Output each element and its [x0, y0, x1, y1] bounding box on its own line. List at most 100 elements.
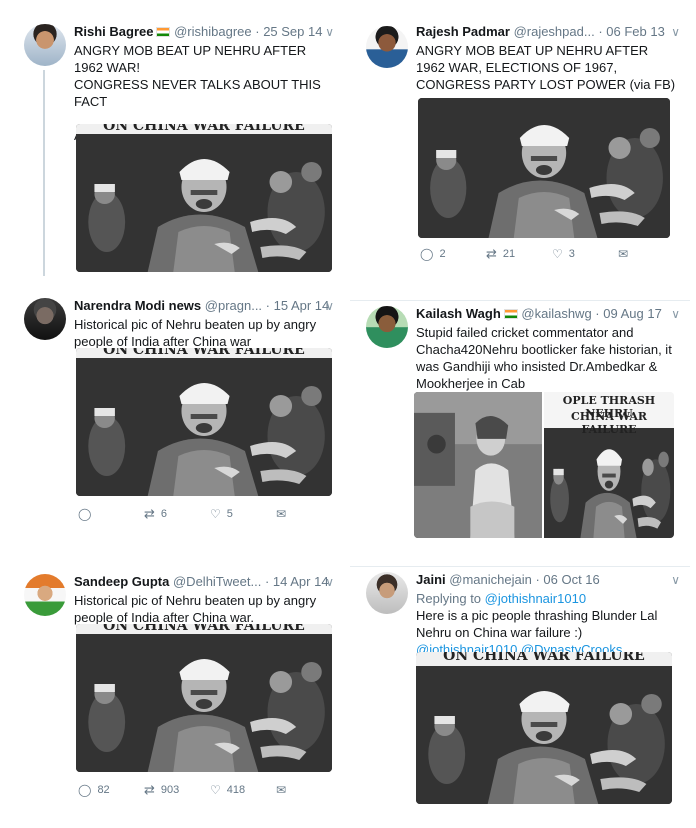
photo-caption: ON CHINA WAR FAILURE: [443, 652, 645, 664]
india-flag-icon: [503, 309, 518, 319]
like-count: 418: [226, 784, 246, 796]
tweet-header: Rajesh Padmar @rajeshpad... · 06 Feb 13 …: [416, 22, 680, 42]
like-button[interactable]: ♡ 418: [210, 782, 276, 798]
author-name[interactable]: Kailash Wagh: [416, 306, 501, 321]
retweet-count: 6: [160, 508, 168, 520]
reply-button[interactable]: ◯: [78, 506, 144, 522]
author-name[interactable]: Rajesh Padmar: [416, 24, 510, 39]
tweet-photo[interactable]: ON CHINA WAR FAILURE: [76, 348, 332, 496]
avatar[interactable]: [366, 572, 408, 614]
author-handle[interactable]: @rishibagree: [174, 24, 252, 39]
envelope-icon: ✉: [276, 783, 287, 797]
tweet-date[interactable]: · 06 Oct 16: [535, 572, 599, 587]
envelope-icon: ✉: [276, 507, 287, 521]
author-handle[interactable]: @kailashwg: [521, 306, 591, 321]
avatar[interactable]: [24, 574, 66, 616]
like-button[interactable]: ♡ 5: [210, 506, 276, 522]
tweet-photo-left[interactable]: [414, 392, 542, 538]
avatar[interactable]: [366, 26, 408, 68]
like-count: 5: [226, 508, 233, 520]
avatar[interactable]: [24, 298, 66, 340]
photo-caption: ON CHINA WAR FAILURE: [103, 348, 305, 358]
divider: [350, 566, 690, 567]
reply-button[interactable]: ◯ 2: [420, 246, 486, 262]
envelope-icon: ✉: [618, 247, 629, 261]
tweet-header: Kailash Wagh @kailashwg · 09 Aug 17 ∨: [416, 304, 680, 324]
tweet-header: Narendra Modi news @pragn... · 15 Apr 14…: [74, 296, 334, 316]
author-name[interactable]: Narendra Modi news: [74, 298, 201, 313]
dm-button[interactable]: ✉: [276, 506, 342, 522]
author-handle[interactable]: @manichejain: [449, 572, 532, 587]
author-name[interactable]: Rishi Bagree: [74, 24, 153, 39]
reply-count: 2: [439, 248, 446, 260]
retweet-button[interactable]: ⇄ 903: [144, 782, 210, 798]
tweet-photo[interactable]: [418, 98, 670, 238]
author-name[interactable]: Jaini: [416, 572, 446, 587]
tweet-text: Historical pic of Nehru beaten up by ang…: [74, 593, 317, 625]
tweet-date[interactable]: · 09 Aug 17: [595, 306, 662, 321]
like-count: 3: [568, 248, 575, 260]
tweet-date[interactable]: · 06 Feb 13: [598, 24, 665, 39]
retweet-icon: ⇄: [144, 782, 155, 797]
reply-mention-link[interactable]: @jothishnair1010: [485, 591, 586, 606]
replying-to: Replying to @jothishnair1010: [416, 590, 680, 607]
tweet-text: Historical pic of Nehru beaten up by ang…: [74, 317, 317, 349]
author-handle[interactable]: @DelhiTweet...: [173, 574, 261, 589]
heart-icon: ♡: [210, 783, 221, 797]
tweet-text: Here is a pic people thrashing Blunder L…: [416, 608, 658, 640]
retweet-button[interactable]: ⇄ 6: [144, 506, 210, 522]
reply-icon: ◯: [420, 247, 434, 261]
author-handle[interactable]: @pragn...: [205, 298, 262, 313]
tweet-header: Rishi Bagree @rishibagree · 25 Sep 14 ∨: [74, 22, 334, 42]
chevron-down-icon[interactable]: ∨: [671, 22, 680, 42]
reply-icon: ◯: [78, 507, 92, 521]
tweet-actions: ◯ 2 ⇄ 21 ♡ 3 ✉: [420, 246, 684, 262]
tweet-photo[interactable]: ON CHINA WAR FAILURE: [416, 652, 672, 804]
chevron-down-icon[interactable]: ∨: [671, 304, 680, 324]
chevron-down-icon[interactable]: ∨: [325, 296, 334, 316]
heart-icon: ♡: [210, 507, 221, 521]
dm-button[interactable]: ✉: [276, 782, 342, 798]
avatar[interactable]: [366, 306, 408, 348]
avatar[interactable]: [24, 24, 66, 66]
tweet-date[interactable]: · 15 Apr 14: [266, 298, 330, 313]
photo-caption-line-2: CHINA WAR FAILURE: [570, 410, 648, 436]
tweet-card[interactable]: Rajesh Padmar @rajeshpad... · 06 Feb 13 …: [350, 12, 690, 284]
tweet-photo[interactable]: ON CHINA WAR FAILURE: [76, 124, 332, 272]
photo-caption: ON CHINA WAR FAILURE: [103, 624, 305, 634]
retweet-icon: ⇄: [144, 506, 155, 521]
india-flag-icon: [156, 27, 171, 37]
photo-caption: ON CHINA WAR FAILURE: [103, 124, 305, 134]
tweet-date[interactable]: · 25 Sep 14: [255, 24, 322, 39]
tweet-card[interactable]: Sandeep Gupta @DelhiTweet... · 14 Apr 14…: [8, 568, 344, 808]
tweet-actions: ◯ ⇄ 6 ♡ 5 ✉: [78, 506, 342, 522]
replying-label: Replying to: [416, 591, 482, 606]
chevron-down-icon[interactable]: ∨: [325, 22, 334, 42]
reply-count: 82: [97, 784, 110, 796]
tweet-card[interactable]: Kailash Wagh @kailashwg · 09 Aug 17 ∨ St…: [350, 300, 690, 544]
reply-icon: ◯: [78, 783, 92, 797]
tweet-date[interactable]: · 14 Apr 14: [265, 574, 329, 589]
tweet-card[interactable]: Narendra Modi news @pragn... · 15 Apr 14…: [8, 292, 344, 530]
tweet-card[interactable]: Rishi Bagree @rishibagree · 25 Sep 14 ∨ …: [8, 18, 344, 276]
chevron-down-icon[interactable]: ∨: [325, 572, 334, 592]
tweet-actions: ◯ 82 ⇄ 903 ♡ 418 ✉: [78, 782, 342, 798]
author-handle[interactable]: @rajeshpad...: [514, 24, 595, 39]
divider: [350, 300, 690, 301]
like-button[interactable]: ♡ 3: [552, 246, 618, 262]
chevron-down-icon[interactable]: ∨: [671, 570, 680, 590]
retweet-count: 21: [502, 248, 516, 260]
retweet-count: 903: [160, 784, 180, 796]
retweet-icon: ⇄: [486, 246, 497, 261]
tweet-text: Stupid failed cricket commentator and Ch…: [416, 325, 672, 391]
retweet-button[interactable]: ⇄ 21: [486, 246, 552, 262]
tweet-card[interactable]: Jaini @manichejain · 06 Oct 16 ∨ Replyin…: [350, 566, 690, 828]
dm-button[interactable]: ✉: [618, 246, 684, 262]
tweet-photo-right[interactable]: OPLE THRASH NEHRU CHINA WAR FAILURE: [544, 392, 674, 538]
tweet-photo[interactable]: ON CHINA WAR FAILURE: [76, 624, 332, 772]
tweet-header: Sandeep Gupta @DelhiTweet... · 14 Apr 14…: [74, 572, 334, 592]
reply-button[interactable]: ◯ 82: [78, 782, 144, 798]
heart-icon: ♡: [552, 247, 563, 261]
author-name[interactable]: Sandeep Gupta: [74, 574, 169, 589]
thread-line: [43, 70, 45, 276]
